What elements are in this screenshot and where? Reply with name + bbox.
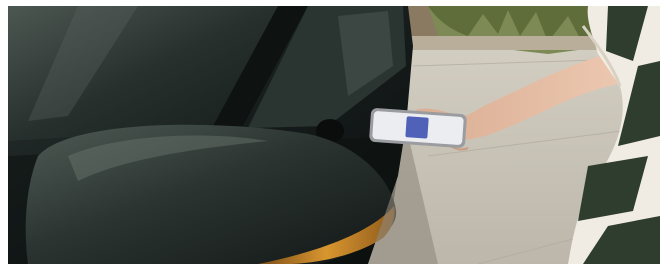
- side-mirror: [25, 124, 397, 264]
- scene-illustration: [8, 6, 660, 264]
- photo-car-phone-key: [8, 6, 660, 264]
- phone: [369, 108, 467, 148]
- phone-digital-key-card: [405, 116, 429, 139]
